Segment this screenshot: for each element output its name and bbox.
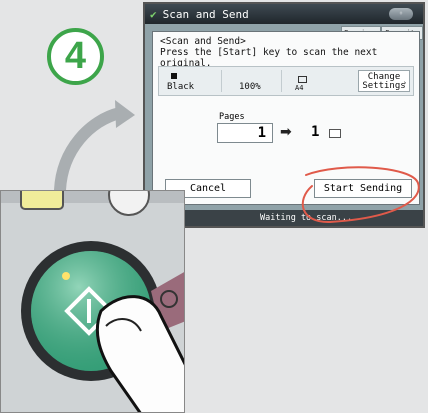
- yellow-key-icon: [20, 191, 64, 210]
- change-settings-line2: Settings: [362, 81, 406, 91]
- control-panel-photo: [0, 190, 185, 413]
- window-title: Scan and Send: [162, 7, 249, 21]
- zoom-label: 100%: [239, 82, 261, 92]
- dialog-heading: <Scan and Send>: [160, 36, 246, 47]
- document-icon: [329, 129, 341, 138]
- divider: [221, 70, 222, 92]
- status-bar: Waiting to scan...: [145, 210, 423, 226]
- paper-size-icon: [298, 76, 307, 83]
- color-mode-label: Black: [167, 82, 195, 92]
- scan-dialog: <Scan and Send> Press the [Start] key to…: [152, 31, 420, 205]
- pages-result: 1: [311, 124, 320, 140]
- divider: [281, 70, 282, 92]
- start-key-illustration: [1, 191, 184, 412]
- pages-label: Pages: [219, 112, 245, 122]
- device-screen: ✔ Scan and Send ◦ Previous Favorite Wait…: [143, 2, 425, 228]
- curved-arrow-icon: [54, 107, 126, 196]
- pages-input[interactable]: 1: [217, 123, 273, 143]
- change-settings-button[interactable]: Change Settings ›: [358, 70, 410, 92]
- start-sending-button[interactable]: Start Sending: [314, 179, 412, 198]
- arrow-head-icon: [115, 100, 135, 128]
- chevron-right-icon: ›: [402, 79, 407, 87]
- title-bar: ✔ Scan and Send ◦: [145, 4, 423, 24]
- arrow-right-icon: ➡: [280, 124, 292, 140]
- dialog-message: <Scan and Send> Press the [Start] key to…: [160, 36, 419, 69]
- step-number-badge: 4: [47, 28, 104, 85]
- settings-summary: Black 100% A4 Change Settings ›: [158, 66, 414, 96]
- home-icon[interactable]: ◦: [389, 8, 413, 20]
- status-waiting: Waiting to scan...: [260, 213, 353, 223]
- paper-size-label: A4: [295, 84, 304, 92]
- color-mode-icon: [171, 73, 177, 79]
- check-icon: ✔: [150, 7, 157, 21]
- status-light-icon: [62, 272, 70, 280]
